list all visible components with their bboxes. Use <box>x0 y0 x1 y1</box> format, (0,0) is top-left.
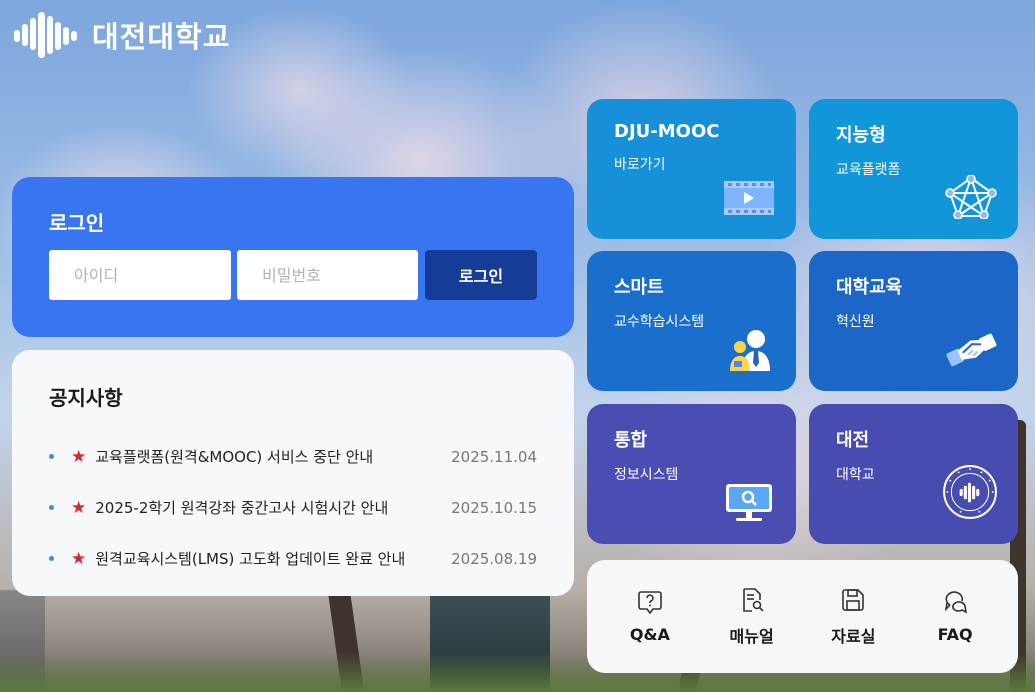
login-button[interactable]: 로그인 <box>425 250 537 300</box>
notice-item-title[interactable]: 원격교육시스템(LMS) 고도화 업데이트 완료 안내 <box>95 548 423 569</box>
login-title: 로그인 <box>49 211 105 235</box>
notice-item-date: 2025.08.19 <box>451 549 537 568</box>
brand-name: 대전대학교 <box>92 20 231 54</box>
notice-item[interactable]: ★ 2025-2학기 원격강좌 중간고사 시험시간 안내 2025.10.15 <box>49 482 537 533</box>
quick-link-faq[interactable]: FAQ <box>910 589 1000 644</box>
university-seal-icon <box>943 465 997 519</box>
tile-title: 지능형 <box>836 125 886 146</box>
tile-title: DJU-MOOC <box>614 121 720 142</box>
manual-search-icon <box>742 587 764 612</box>
bullet-dot <box>49 454 54 459</box>
notice-item[interactable]: ★ 교육플랫폼(원격&MOOC) 서비스 중단 안내 2025.11.04 <box>49 431 537 482</box>
notice-item-title[interactable]: 2025-2학기 원격강좌 중간고사 시험시간 안내 <box>95 497 423 518</box>
question-bubble-icon <box>638 591 662 615</box>
quick-link-label: 자료실 <box>831 626 876 646</box>
notice-item-title[interactable]: 교육플랫폼(원격&MOOC) 서비스 중단 안내 <box>95 446 423 467</box>
floppy-disk-icon <box>842 588 865 611</box>
tile-title: 스마트 <box>614 277 664 298</box>
bullet-dot <box>49 505 54 510</box>
login-form: 로그인 <box>49 250 537 300</box>
notice-list: ★ 교육플랫폼(원격&MOOC) 서비스 중단 안내 2025.11.04 ★ … <box>49 431 537 584</box>
tile-integrated-info-system[interactable]: 통합 정보시스템 <box>587 404 796 544</box>
star-icon: ★ <box>71 548 87 569</box>
notice-item-date: 2025.11.04 <box>451 447 537 466</box>
brand-logo[interactable]: 대전대학교 <box>12 10 230 60</box>
tile-dju-mooc[interactable]: DJU-MOOC 바로가기 <box>587 99 796 239</box>
video-play-icon <box>724 181 774 215</box>
star-icon: ★ <box>71 497 87 518</box>
login-panel: 로그인 로그인 <box>12 177 574 337</box>
notice-title: 공지사항 <box>49 386 123 410</box>
tile-subtitle: 바로가기 <box>614 157 666 173</box>
tile-title: 대학교육 <box>836 277 903 298</box>
quick-link-label: Q&A <box>629 625 670 644</box>
quick-link-archive[interactable]: 자료실 <box>808 587 898 647</box>
quick-link-label: 매뉴얼 <box>729 626 774 646</box>
star-icon: ★ <box>71 446 87 467</box>
quick-link-manual[interactable]: 매뉴얼 <box>707 587 797 647</box>
password-input[interactable] <box>237 250 418 300</box>
tile-smart-teaching-system[interactable]: 스마트 교수학습시스템 <box>587 251 796 391</box>
tile-title: 통합 <box>614 430 648 451</box>
monitor-search-icon <box>726 484 772 521</box>
tile-education-innovation[interactable]: 대학교육 혁신원 <box>809 251 1018 391</box>
quick-links-panel: Q&A 매뉴얼 자료실 FAQ <box>587 560 1018 673</box>
teacher-student-icon <box>730 330 770 371</box>
tile-intelligent-platform[interactable]: 지능형 교육플랫폼 <box>809 99 1018 239</box>
user-id-input[interactable] <box>49 250 231 300</box>
daejeon-wave-logo-icon <box>14 12 77 58</box>
network-pentagon-icon <box>945 175 997 219</box>
tile-daejeon-university[interactable]: 대전 대학교 <box>809 404 1018 544</box>
notice-item[interactable]: ★ 원격교육시스템(LMS) 고도화 업데이트 완료 안내 2025.08.19 <box>49 533 537 584</box>
notice-item-date: 2025.10.15 <box>451 498 537 517</box>
bullet-dot <box>49 556 54 561</box>
quick-link-label: FAQ <box>937 625 973 644</box>
handshake-icon <box>946 333 997 367</box>
notice-panel: 공지사항 ★ 교육플랫폼(원격&MOOC) 서비스 중단 안내 2025.11.… <box>12 350 574 596</box>
tile-title: 대전 <box>836 430 870 451</box>
chat-bubbles-icon <box>944 591 968 614</box>
quick-link-qna[interactable]: Q&A <box>605 589 695 644</box>
